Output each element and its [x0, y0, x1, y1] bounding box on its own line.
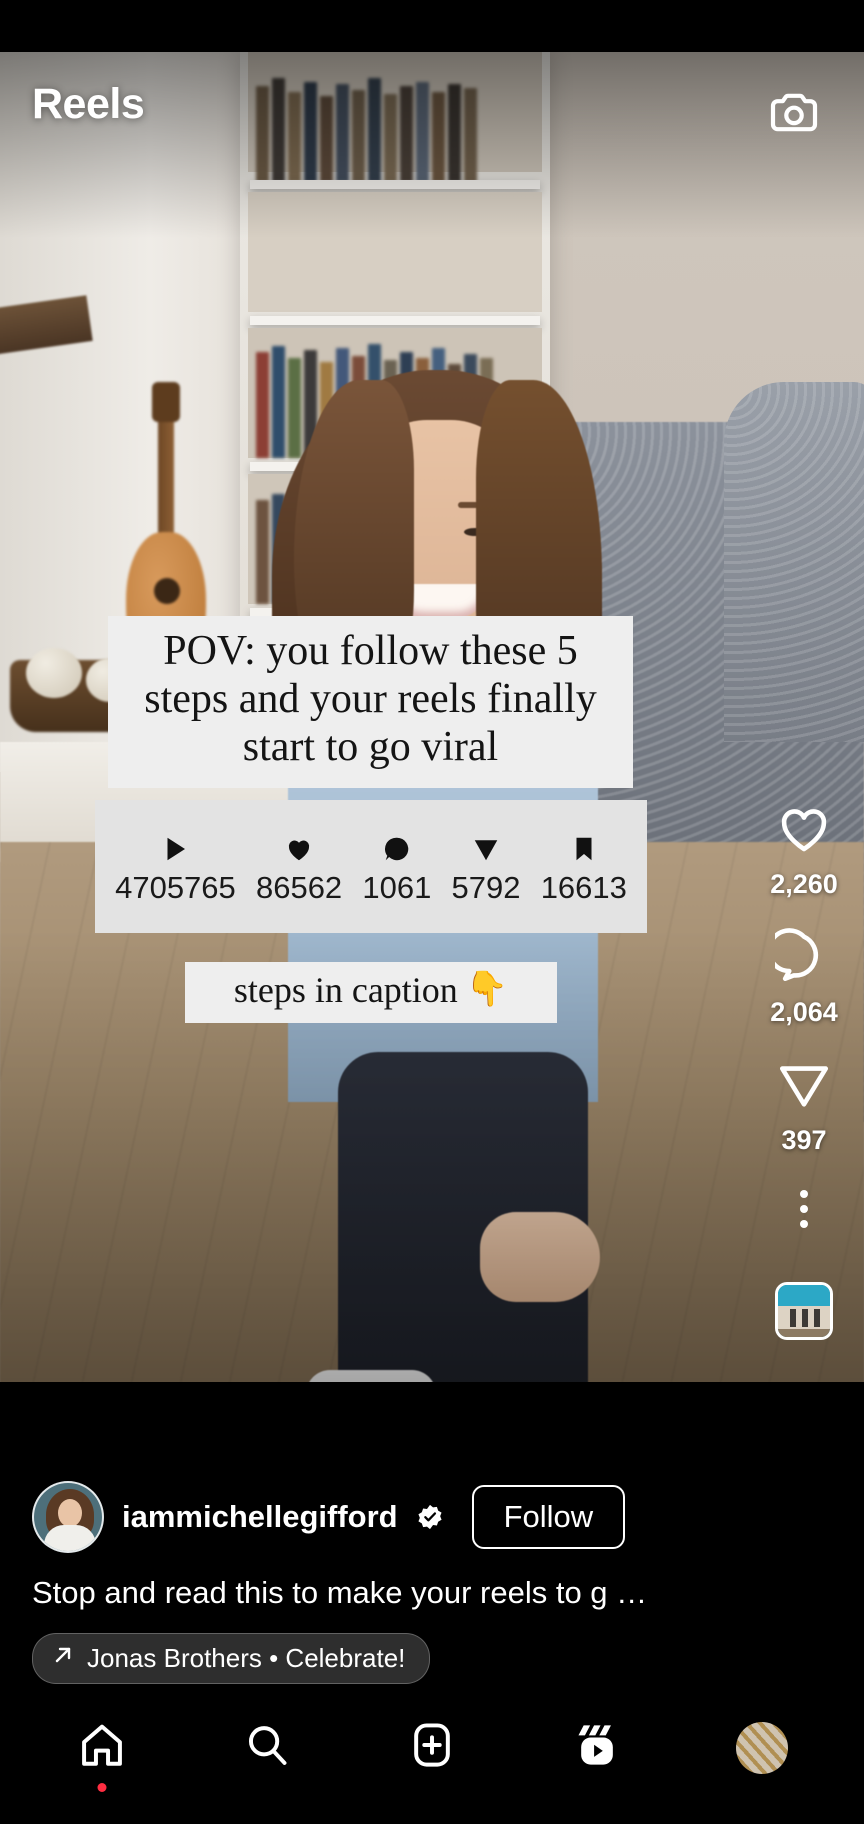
user-row: iammichellegifford Follow: [32, 1481, 662, 1553]
heart-icon: [284, 828, 314, 864]
send-outline-icon: [775, 1056, 833, 1119]
avatar[interactable]: [32, 1481, 104, 1553]
avatar-icon: [735, 1721, 788, 1774]
like-button[interactable]: 2,260: [744, 800, 864, 900]
camera-icon[interactable]: [766, 86, 822, 142]
verified-badge-icon: [416, 1503, 444, 1531]
home-icon: [77, 1720, 127, 1775]
reels-header: Reels: [0, 52, 864, 172]
overlay-stats-card: 4705765 86562 1061 5792 16613: [95, 800, 647, 933]
share-button[interactable]: 397: [744, 1056, 864, 1156]
search-icon: [242, 1720, 292, 1775]
like-count: 2,260: [770, 869, 838, 899]
more-options-button[interactable]: [744, 1184, 864, 1228]
username[interactable]: iammichellegifford: [122, 1499, 398, 1535]
comment-button[interactable]: 2,064: [744, 928, 864, 1028]
audio-cover-button[interactable]: [744, 1256, 864, 1340]
reels-icon: [572, 1720, 622, 1775]
nav-reels[interactable]: [567, 1718, 627, 1778]
home-badge-dot: [97, 1782, 107, 1792]
reels-screen: Reels POV: you follow these 5 steps and …: [0, 0, 864, 1824]
share-icon: [471, 828, 501, 864]
comment-icon: [382, 828, 412, 864]
nav-search[interactable]: [237, 1718, 297, 1778]
comment-count: 2,064: [770, 997, 838, 1027]
overlay-caption-text: steps in caption: [233, 970, 458, 1010]
status-bar: [0, 0, 864, 52]
action-rail: 2,260 2,064 397: [744, 800, 864, 1368]
audio-cover-thumbnail: [775, 1282, 833, 1340]
overlay-stat-comments: 1061: [362, 828, 431, 905]
overlay-caption-card: steps in caption 👇: [185, 962, 557, 1024]
follow-button[interactable]: Follow: [471, 1485, 626, 1549]
plus-box-icon: [407, 1720, 457, 1775]
audio-label: Jonas Brothers • Celebrate!: [87, 1643, 406, 1673]
audio-attribution[interactable]: Jonas Brothers • Celebrate!: [32, 1633, 431, 1684]
overlay-stat-shares: 5792: [452, 828, 521, 905]
heart-outline-icon: [775, 800, 833, 863]
scene-sofa-arm: [724, 382, 864, 742]
page-title: Reels: [32, 80, 145, 128]
nav-home[interactable]: [72, 1718, 132, 1792]
overlay-stat-saves: 16613: [541, 828, 627, 905]
post-info: iammichellegifford Follow Stop and read …: [32, 1481, 662, 1684]
overlay-stat-likes: 86562: [256, 828, 342, 905]
overlay-stat-plays: 4705765: [115, 828, 236, 905]
bottom-nav: [0, 1689, 864, 1824]
nav-create[interactable]: [402, 1718, 462, 1778]
nav-profile[interactable]: [732, 1718, 792, 1778]
bookmark-icon: [569, 828, 599, 864]
overlay-title-card: POV: you follow these 5 steps and your r…: [108, 616, 633, 788]
pointing-down-icon: 👇: [465, 971, 509, 1009]
share-count: 397: [781, 1125, 827, 1155]
audio-arrow-icon: [51, 1643, 75, 1674]
more-vertical-icon: [800, 1190, 808, 1228]
post-caption[interactable]: Stop and read this to make your reels to…: [32, 1575, 662, 1611]
play-icon: [160, 828, 190, 864]
comment-outline-icon: [766, 928, 833, 991]
